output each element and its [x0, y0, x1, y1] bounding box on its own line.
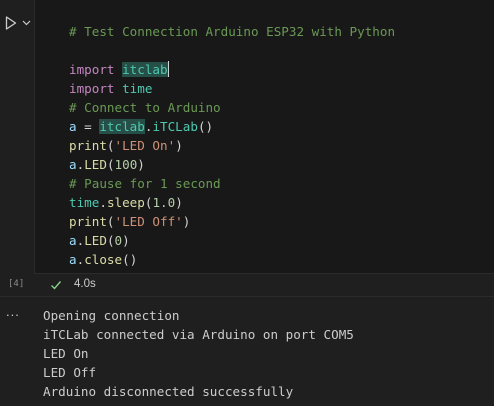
module-name: itclab: [122, 62, 168, 77]
string-literal: 'LED Off': [114, 214, 183, 229]
check-icon: [51, 281, 62, 290]
code-line-5: # Connect to Arduino: [69, 98, 395, 117]
module-name: time: [69, 195, 100, 210]
function-name: print: [69, 214, 107, 229]
module-name: itclab: [99, 119, 145, 134]
function-name: print: [69, 138, 107, 153]
code-line-6: a = itclab.iTCLab(): [69, 117, 395, 136]
punctuation: (): [197, 119, 214, 134]
output-more-actions-button[interactable]: ...: [6, 304, 20, 319]
output-line: Opening connection: [43, 308, 180, 323]
function-name: LED: [84, 233, 107, 248]
output-line: LED On: [43, 346, 89, 361]
punctuation: .: [99, 195, 107, 210]
code-line-11: print('LED Off'): [69, 212, 395, 231]
cell-output: Opening connection iTCLab connected via A…: [43, 306, 354, 401]
code-line-8: a.LED(100): [69, 155, 395, 174]
number-literal: 100: [114, 157, 138, 172]
code-comment: # Test Connection Arduino ESP32 with Pyt…: [69, 24, 396, 39]
punctuation: (: [106, 138, 115, 153]
code-block: # Test Connection Arduino ESP32 with Pyt…: [69, 22, 395, 269]
variable-name: a: [69, 233, 77, 248]
code-line-13: a.close(): [69, 250, 395, 269]
play-icon: [5, 16, 17, 30]
punctuation: (: [106, 214, 115, 229]
number-literal: 1.0: [152, 195, 176, 210]
execution-duration: 4.0s: [74, 278, 96, 290]
chevron-down-icon: [22, 20, 30, 26]
run-cell-button[interactable]: [3, 14, 19, 32]
variable-name: a: [69, 252, 77, 267]
punctuation: ): [122, 233, 130, 248]
output-line: iTCLab connected via Arduino on port COM…: [43, 327, 354, 342]
code-line-3: import itclab: [69, 60, 395, 79]
code-line-12: a.LED(0): [69, 231, 395, 250]
text-cursor: [167, 61, 169, 77]
string-literal: 'LED On': [114, 138, 176, 153]
output-divider: [0, 296, 494, 297]
punctuation: (): [122, 252, 138, 267]
function-name: sleep: [106, 195, 145, 210]
keyword-import: import: [69, 62, 115, 77]
code-line-1: # Test Connection Arduino ESP32 with Pyt…: [69, 22, 395, 41]
run-options-button[interactable]: [21, 14, 31, 32]
code-line-10: time.sleep(1.0): [69, 193, 395, 212]
function-name: close: [84, 252, 123, 267]
variable-name: a: [69, 119, 77, 134]
code-line-4: import time: [69, 79, 395, 98]
variable-name: a: [69, 157, 77, 172]
punctuation: ): [182, 214, 191, 229]
execution-count: [4]: [8, 279, 25, 289]
punctuation: ): [137, 157, 145, 172]
number-literal: 0: [114, 233, 123, 248]
operator: =: [76, 119, 100, 134]
code-line-9: # Pause for 1 second: [69, 174, 395, 193]
punctuation: ): [175, 195, 183, 210]
output-line: Arduino disconnected successfully: [43, 384, 294, 399]
code-comment: # Pause for 1 second: [69, 176, 221, 191]
punctuation: (: [106, 233, 115, 248]
code-comment: # Connect to Arduino: [69, 100, 221, 115]
class-name: iTCLab: [152, 119, 198, 134]
code-line-7: print('LED On'): [69, 136, 395, 155]
module-name: time: [122, 81, 153, 96]
code-cell-editor[interactable]: # Test Connection Arduino ESP32 with Pyt…: [34, 0, 494, 274]
punctuation: ): [175, 138, 183, 153]
function-name: LED: [84, 157, 107, 172]
output-line: LED Off: [43, 365, 97, 380]
keyword-import: import: [69, 81, 115, 96]
punctuation: (: [106, 157, 115, 172]
